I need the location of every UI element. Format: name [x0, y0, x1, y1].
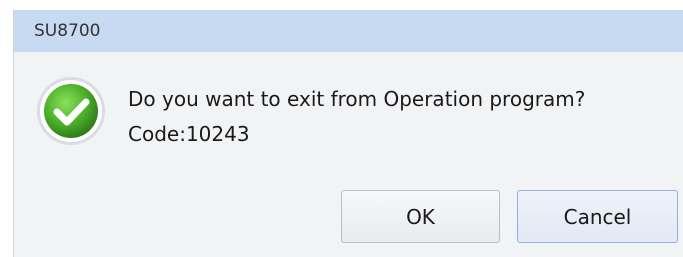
message-code: Code:10243 [128, 122, 250, 146]
window-title: SU8700 [34, 21, 101, 41]
check-circle-icon [35, 75, 107, 147]
title-bar[interactable]: SU8700 [14, 10, 683, 52]
ok-button[interactable]: OK [341, 190, 500, 243]
confirm-dialog: SU8700 Do you want to exit from Operatio… [13, 10, 683, 257]
cancel-button[interactable]: Cancel [517, 190, 678, 243]
message-text: Do you want to exit from Operation progr… [128, 87, 586, 111]
